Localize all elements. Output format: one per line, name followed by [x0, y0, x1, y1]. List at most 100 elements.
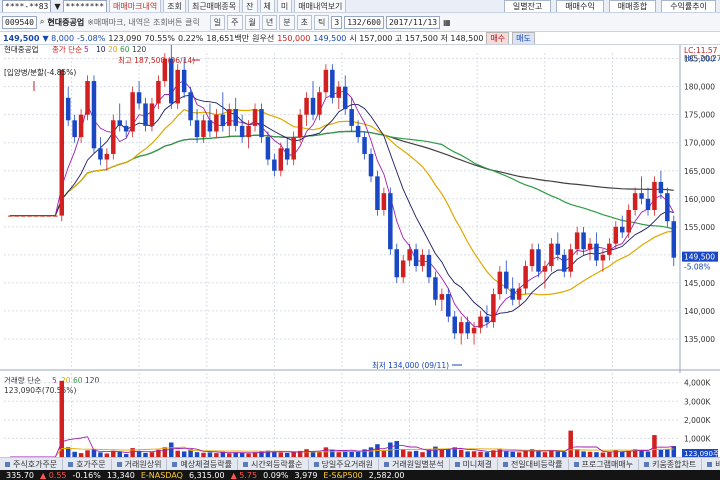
- sell-button[interactable]: 매도: [512, 32, 535, 44]
- toolbar-button[interactable]: 조회: [163, 0, 186, 12]
- event-annotation: [입양병/분할(-4.85%): [4, 68, 76, 77]
- candle-body: [98, 148, 103, 160]
- candle-count-field[interactable]: 132/600: [344, 15, 384, 29]
- candle-body: [323, 69, 329, 93]
- period-button[interactable]: 초: [296, 14, 313, 30]
- candle-body: [194, 120, 200, 138]
- window-tab[interactable]: 바로: [704, 459, 720, 470]
- window-tab-label: 당일주요거래원: [321, 459, 374, 469]
- toolbar-button[interactable]: 매매내역보기: [294, 0, 347, 12]
- hc-label: HC:-20.27: [684, 54, 720, 63]
- window-icon: [707, 461, 713, 467]
- volume-bar: [458, 449, 464, 457]
- volume-ratio: 70.55%: [144, 33, 175, 43]
- turnover-ratio: 0.22%: [177, 33, 204, 43]
- period-button[interactable]: 주: [227, 14, 243, 30]
- volume-bar: [574, 449, 580, 457]
- price-tick-label: 140,000: [684, 307, 715, 316]
- candle-body: [510, 288, 515, 300]
- toolbar-button[interactable]: 매매마크내역: [109, 0, 162, 12]
- candle-body: [214, 114, 219, 132]
- candle-body: [497, 271, 503, 295]
- window-tab[interactable]: 전일대비등락률: [500, 458, 569, 470]
- candle-body: [265, 137, 271, 160]
- volume-bar: [400, 449, 406, 457]
- period-button[interactable]: 일: [209, 14, 226, 30]
- volume-bar: [446, 448, 451, 457]
- volume-panel: 거래량 단순 5 20 60 120123,090주(70.55%)4,000K3,00…: [0, 373, 720, 457]
- window-tab[interactable]: 예상체결등락률: [169, 458, 238, 470]
- period-button[interactable]: 년: [261, 14, 278, 30]
- period-button[interactable]: 분: [279, 14, 295, 30]
- candle-body: [85, 81, 90, 115]
- password-field[interactable]: ********: [62, 0, 108, 12]
- low-price-label: 149,500: [313, 33, 347, 43]
- report-button[interactable]: 매매종합: [608, 0, 657, 12]
- candle-body: [375, 176, 380, 210]
- period-button[interactable]: 월: [244, 14, 260, 30]
- volume-bar: [658, 449, 664, 457]
- price-tick-label: 135,000: [684, 335, 715, 344]
- volume-bar: [671, 446, 677, 457]
- candle-body: [594, 243, 599, 261]
- window-tab[interactable]: 시간외등락률순: [240, 458, 309, 470]
- price-change-percent: -5.08%: [77, 33, 106, 43]
- ticker-item: 335.70: [6, 470, 34, 480]
- window-tab[interactable]: 거래원상위: [114, 458, 168, 470]
- volume-bar: [304, 449, 309, 457]
- candle-body: [626, 210, 631, 233]
- period-value-field[interactable]: 3: [331, 15, 343, 29]
- account-dropdown-icon[interactable]: ▼: [54, 2, 60, 11]
- candle-body: [529, 249, 535, 267]
- candle-body: [297, 114, 303, 138]
- buy-button[interactable]: 매수: [486, 32, 510, 44]
- report-button[interactable]: 수익률추이: [661, 0, 716, 12]
- candle-body: [336, 86, 342, 98]
- stock-chart[interactable]: 135,000140,000145,000150,000155,000160,0…: [0, 45, 720, 457]
- candle-body: [252, 109, 258, 126]
- candle-body: [181, 69, 187, 93]
- window-tab[interactable]: 호가주문: [65, 458, 112, 470]
- candle-body: [291, 137, 296, 160]
- window-tab[interactable]: 당일주요거래원: [311, 458, 380, 470]
- ticker-item: 6,315.00: [188, 470, 225, 480]
- candle-body: [581, 232, 586, 250]
- candle-body: [362, 137, 367, 154]
- candle-body: [169, 58, 174, 104]
- window-tab[interactable]: 주식호가주문: [2, 458, 64, 470]
- candle-body: [65, 97, 71, 121]
- window-icon: [5, 461, 10, 467]
- candle-body: [484, 316, 490, 323]
- candle-body: [40, 215, 45, 217]
- volume-bar: [497, 448, 503, 457]
- window-tab[interactable]: 프로그램매매누: [571, 458, 640, 470]
- toolbar-button[interactable]: 최근매매종목: [187, 0, 241, 12]
- toolbar-button[interactable]: 미: [276, 0, 293, 12]
- candle-body: [420, 254, 425, 267]
- candle-body: [233, 109, 238, 126]
- candle-body: [188, 92, 193, 121]
- toolbar-button[interactable]: 체: [259, 0, 275, 12]
- candle-body: [433, 277, 438, 300]
- window-icon: [644, 461, 650, 467]
- date-field[interactable]: 2017/11/13: [385, 15, 441, 29]
- window-tab[interactable]: 거래원일별분석: [381, 458, 450, 470]
- account-field[interactable]: ****-**83: [2, 0, 52, 12]
- volume-tick-label: 1,000K: [684, 434, 711, 443]
- candle-body: [310, 97, 316, 115]
- window-tab[interactable]: 키움종합차트: [641, 458, 703, 470]
- volume-bar: [394, 441, 400, 457]
- volume-legend-item: 120: [85, 376, 100, 385]
- ticker-item: ▲ 0.55: [40, 470, 67, 480]
- calendar-icon[interactable]: ▦: [443, 18, 451, 27]
- toolbar-button[interactable]: 잔: [242, 0, 258, 12]
- stock-code-field[interactable]: 009540: [2, 15, 37, 29]
- window-tab[interactable]: 미니체결: [452, 458, 499, 470]
- period-button[interactable]: 틱: [314, 14, 330, 30]
- report-button[interactable]: 일별잔고: [503, 0, 552, 12]
- open-price: 150,000: [277, 33, 311, 43]
- search-icon[interactable]: ⌕: [40, 17, 44, 27]
- mark-note: ※매매마크, 내역은 조회버튼 클릭: [87, 17, 200, 27]
- candle-body: [388, 193, 393, 250]
- report-button[interactable]: 매매수익: [556, 0, 604, 12]
